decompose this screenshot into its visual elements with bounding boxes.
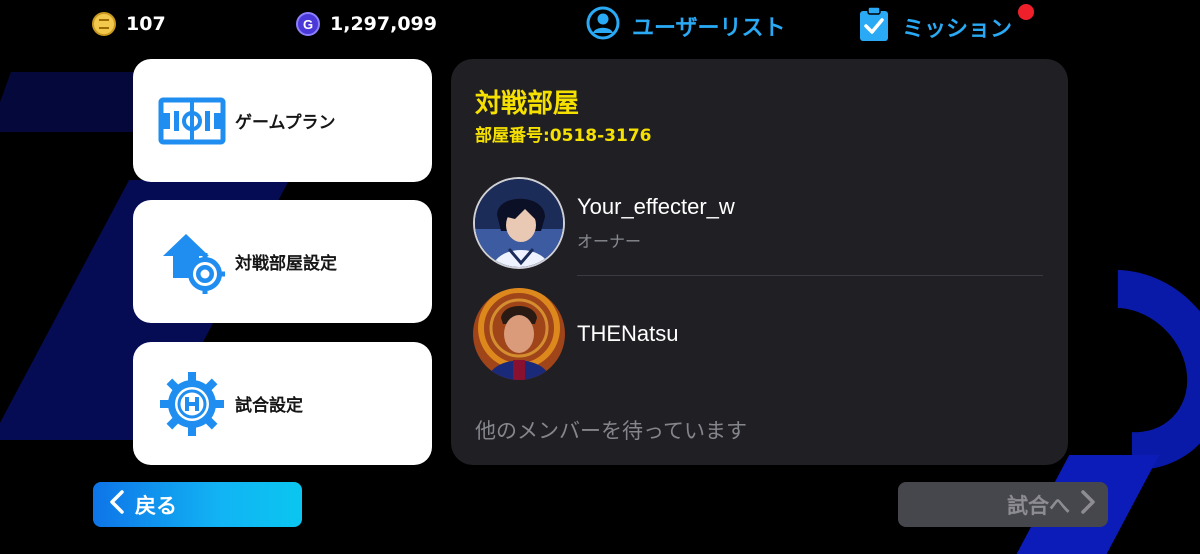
divider — [577, 275, 1043, 276]
member-name: THENatsu — [577, 321, 679, 346]
avatar — [473, 177, 565, 269]
user-list-button[interactable]: ユーザーリスト — [586, 6, 786, 46]
coin-balance: 107 — [92, 12, 166, 36]
gp-balance: G 1,297,099 — [296, 12, 437, 36]
go-to-match-button[interactable]: 試合へ — [898, 482, 1108, 527]
missions-label: ミッション — [902, 17, 1013, 42]
room-number: 部屋番号:0518-3176 — [475, 126, 652, 146]
match-settings-button[interactable]: 試合設定 — [133, 342, 432, 465]
back-button[interactable]: 戻る — [93, 482, 302, 527]
chevron-right-icon — [1080, 490, 1096, 519]
notification-dot — [1018, 4, 1034, 20]
game-plan-button[interactable]: ゲームプラン — [133, 59, 432, 182]
coin-count: 107 — [126, 13, 166, 35]
gp-icon: G — [296, 12, 320, 36]
user-list-label: ユーザーリスト — [632, 16, 786, 41]
room-title: 対戦部屋 — [475, 89, 580, 119]
member-role: オーナー — [577, 232, 642, 251]
missions-button[interactable]: ミッション — [858, 6, 1012, 48]
room-settings-button[interactable]: 対戦部屋設定 — [133, 200, 432, 323]
back-label: 戻る — [135, 493, 177, 518]
clipboard-check-icon — [858, 6, 890, 48]
room-panel: 対戦部屋 部屋番号:0518-3176 Your_effecter_w オーナー — [451, 59, 1068, 465]
user-icon — [586, 6, 620, 46]
waiting-message: 他のメンバーを待っています — [475, 419, 747, 443]
member-row[interactable]: THENatsu — [473, 288, 678, 380]
game-plan-icon — [153, 97, 231, 145]
room-settings-label: 対戦部屋設定 — [235, 254, 337, 274]
game-plan-label: ゲームプラン — [235, 113, 336, 133]
match-settings-label: 試合設定 — [235, 396, 303, 416]
top-bar: 107 G 1,297,099 ユーザーリスト ミッション — [0, 0, 1200, 46]
chevron-left-icon — [109, 490, 125, 519]
avatar — [473, 288, 565, 380]
go-to-match-label: 試合へ — [1007, 493, 1070, 518]
match-settings-icon — [153, 371, 231, 437]
member-row[interactable]: Your_effecter_w オーナー — [473, 177, 735, 269]
member-name: Your_effecter_w — [577, 194, 735, 219]
room-settings-icon — [153, 230, 231, 294]
coin-icon — [92, 12, 116, 36]
gp-count: 1,297,099 — [330, 13, 437, 35]
